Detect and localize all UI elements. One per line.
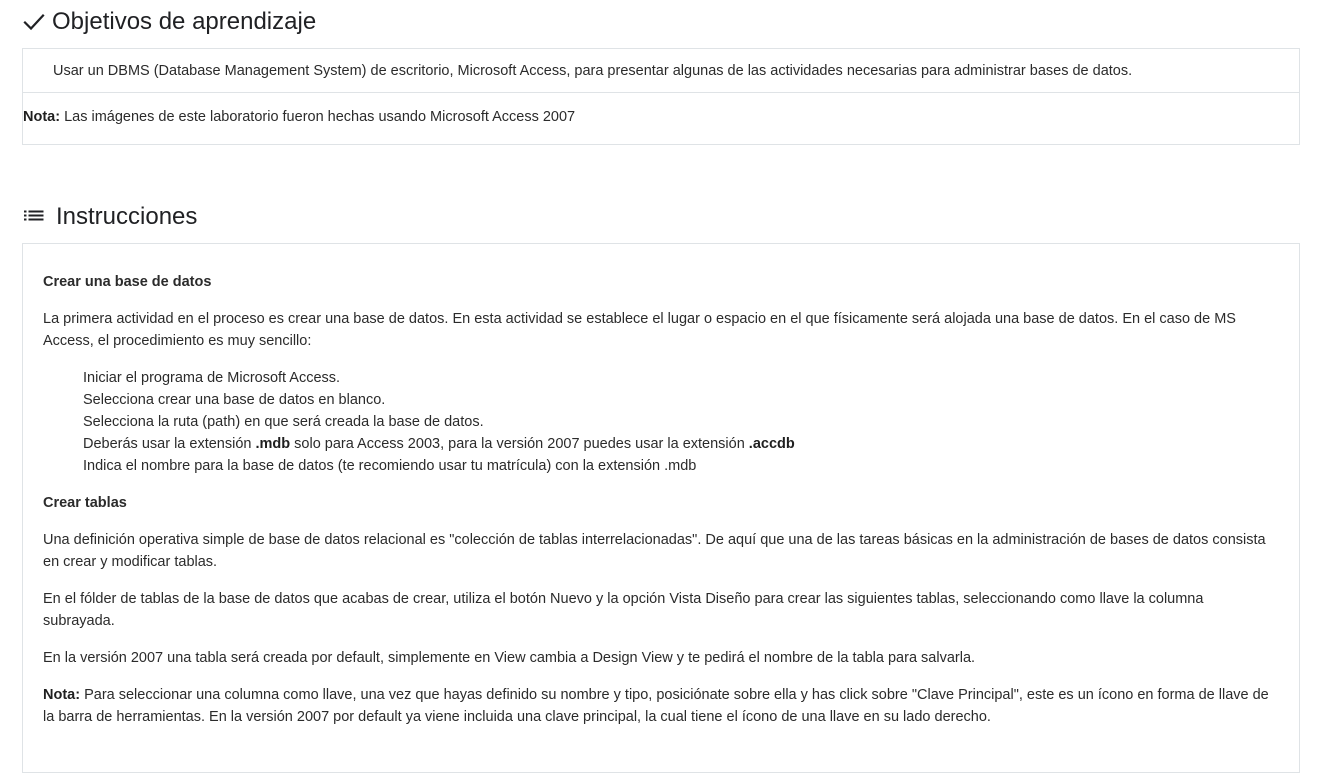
check-icon [22, 10, 46, 34]
list-item: Iniciar el programa de Microsoft Access. [83, 370, 341, 386]
steps-list: Iniciar el programa de Microsoft Access.… [43, 367, 1279, 477]
note-text: Las imágenes de este laboratorio fueron … [60, 109, 576, 125]
tablas-paragraph-1: Una definición operativa simple de base … [43, 532, 1266, 570]
objetivos-heading: Objetivos de aprendizaje [22, 8, 316, 36]
crear-base-heading: Crear una base de datos [43, 274, 212, 290]
instrucciones-panel: Crear una base de datos La primera activ… [22, 243, 1300, 773]
tablas-paragraph-2: En el fólder de tablas de la base de dat… [43, 591, 1204, 629]
objetivos-title: Objetivos de aprendizaje [52, 8, 317, 35]
instrucciones-note: Nota: Para seleccionar una columna como … [43, 684, 1279, 728]
note-label: Nota: [23, 109, 61, 125]
note-label: Nota: [43, 687, 81, 703]
list-item: Deberás usar la extensión .mdb solo para… [83, 433, 1279, 455]
crear-tablas-heading: Crear tablas [43, 495, 127, 511]
objetivos-text: Usar un DBMS (Database Management System… [53, 62, 1133, 79]
list-item: Selecciona crear una base de datos en bl… [83, 392, 386, 408]
objetivos-panel: Usar un DBMS (Database Management System… [22, 48, 1300, 145]
objetivos-text-row: Usar un DBMS (Database Management System… [23, 49, 1299, 93]
list-item: Indica el nombre para la base de datos (… [83, 458, 697, 474]
crear-base-paragraph: La primera actividad en el proceso es cr… [43, 311, 1236, 349]
note-text: Para seleccionar una columna como llave,… [43, 687, 1269, 725]
step-text: solo para Access 2003, para la versión 2… [290, 436, 749, 452]
objetivos-note: Nota: Las imágenes de este laboratorio f… [23, 93, 1299, 125]
instrucciones-heading: Instrucciones [22, 203, 197, 231]
mdb-extension: .mdb [255, 436, 291, 452]
tablas-paragraph-3: En la versión 2007 una tabla será creada… [43, 650, 976, 666]
list-item: Selecciona la ruta (path) en que será cr… [83, 414, 484, 430]
accdb-extension: .accdb [748, 436, 795, 452]
instrucciones-title: Instrucciones [56, 203, 198, 230]
list-icon [22, 205, 46, 229]
step-text: Deberás usar la extensión [83, 436, 256, 452]
